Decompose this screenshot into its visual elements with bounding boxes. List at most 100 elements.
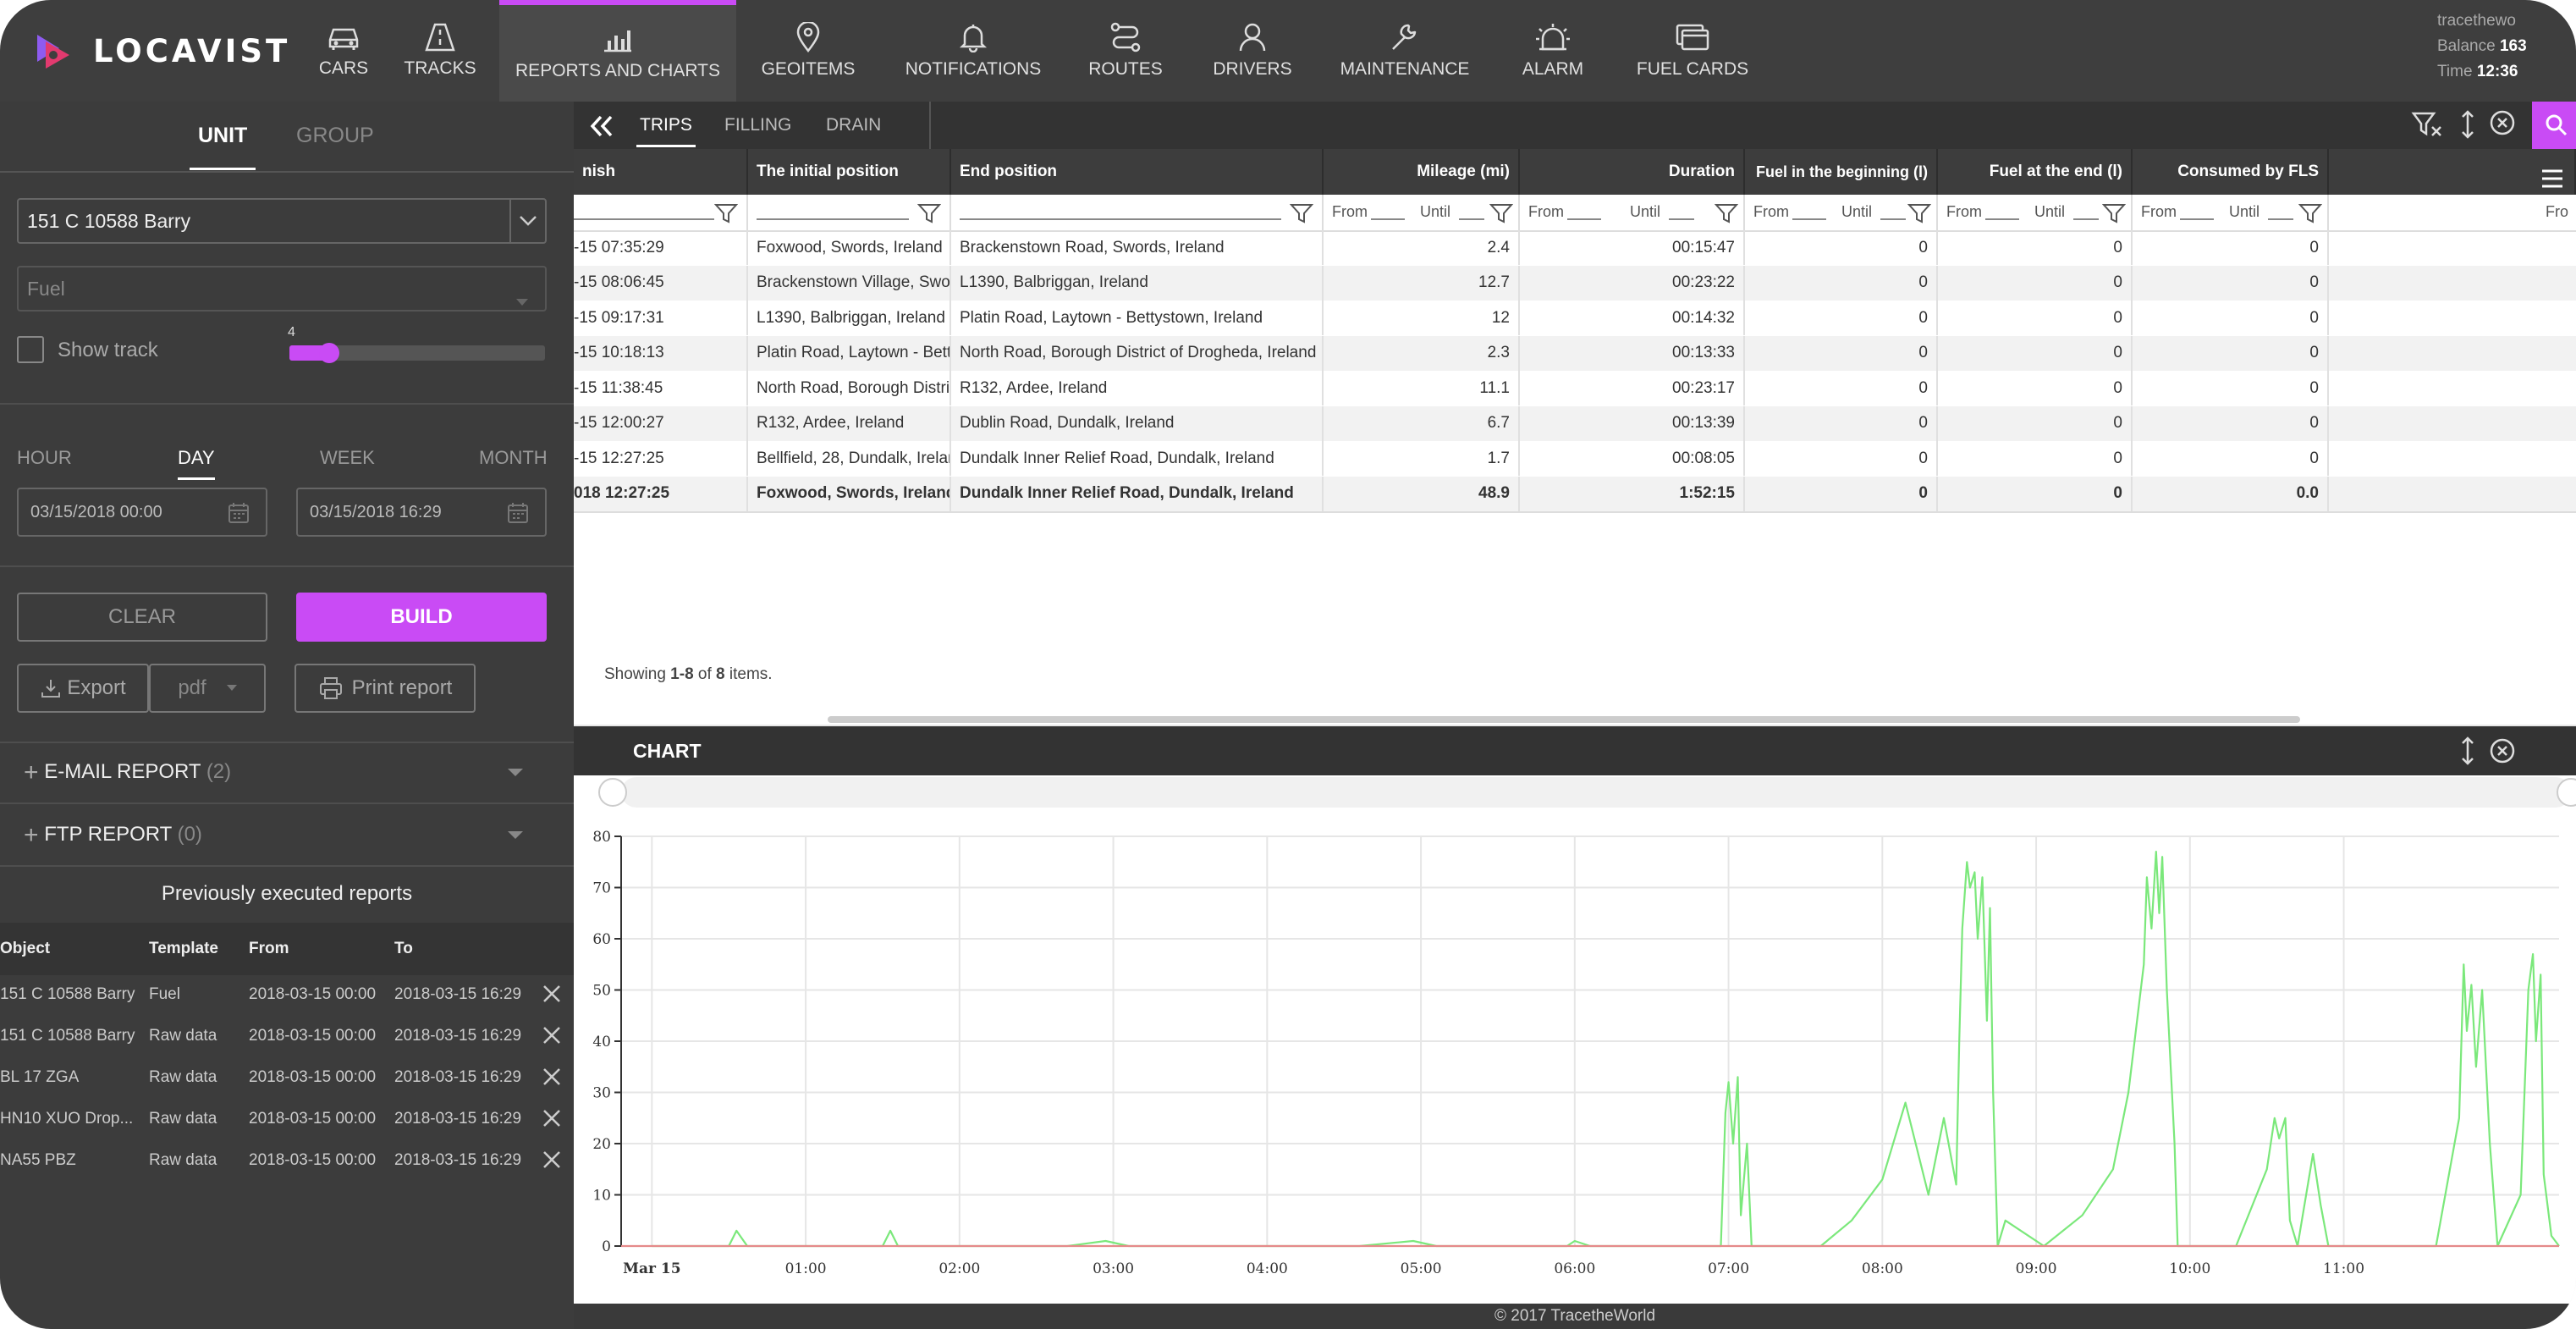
filter-from-input[interactable] — [2180, 218, 2214, 220]
filter-cell[interactable]: From Until — [1745, 195, 1938, 230]
filter-icon[interactable] — [1489, 203, 1513, 223]
table-row[interactable]: -15 11:38:45North Road, Borough District… — [574, 371, 2576, 405]
previous-report-row[interactable]: BL 17 ZGA Raw data 2018-03-15 00:00 2018-03… — [0, 1068, 574, 1109]
close-icon[interactable] — [542, 1067, 562, 1087]
clear-filter-icon[interactable] — [2410, 108, 2444, 139]
tab-trips[interactable]: TRIPS — [636, 115, 696, 147]
filter-cell[interactable] — [748, 195, 951, 230]
close-icon[interactable] — [542, 1108, 562, 1128]
slider-handle[interactable] — [319, 343, 340, 363]
previous-report-row[interactable]: HN10 XUO Drop... Raw data 2018-03-15 00:00… — [0, 1110, 574, 1150]
previous-report-row[interactable]: NA55 PBZ Raw data 2018-03-15 00:00 2018-03-… — [0, 1151, 574, 1192]
tab-drain[interactable]: DRAIN — [826, 115, 881, 135]
close-icon[interactable] — [542, 1150, 562, 1170]
filter-icon[interactable] — [917, 203, 941, 223]
table-row[interactable]: -15 07:35:29 Foxwood, Swords, Ireland Brac… — [574, 230, 2576, 265]
filter-from-input[interactable] — [1371, 218, 1405, 220]
ftp-report-section[interactable]: + FTP REPORT (0) — [24, 821, 202, 850]
col-duration[interactable]: Duration — [1520, 149, 1745, 195]
filter-input[interactable] — [960, 218, 1281, 220]
col-fuel-beginning[interactable]: Fuel in the beginning (l) — [1745, 149, 1938, 195]
filter-until-input[interactable] — [2268, 218, 2293, 220]
tab-group[interactable]: GROUP — [296, 124, 374, 148]
filter-from-input[interactable] — [1567, 218, 1601, 220]
col-end-position[interactable]: End position — [951, 149, 1324, 195]
filter-icon[interactable] — [1715, 203, 1738, 223]
table-row[interactable]: -15 12:27:25 Bellfield, 28, Dundalk, Irel… — [574, 441, 2576, 476]
table-row[interactable]: -15 12:00:27 R132, Ardee, Ireland Dublin R… — [574, 405, 2576, 441]
calendar-icon[interactable] — [506, 501, 530, 525]
filter-until-input[interactable] — [1459, 218, 1484, 220]
filter-icon[interactable] — [2102, 203, 2126, 223]
nav-geoitems[interactable]: GEOITEMS — [753, 0, 863, 102]
filter-icon[interactable] — [1907, 203, 1931, 223]
export-button[interactable]: Export — [17, 664, 149, 713]
nav-alarm[interactable]: ALARM — [1511, 0, 1595, 102]
filter-until-input[interactable] — [1880, 218, 1906, 220]
previous-report-row[interactable]: 151 C 10588 Barry Fuel 2018-03-15 00:00 201… — [0, 985, 574, 1026]
table-row[interactable]: -15 08:06:45Brackenstown Village, Swords… — [574, 265, 2576, 301]
resize-vertical-icon[interactable] — [2459, 108, 2476, 141]
track-width-slider[interactable] — [289, 343, 545, 363]
nav-fuel-cards[interactable]: FUEL CARDS — [1633, 0, 1752, 102]
date-from-field[interactable]: 03/15/2018 00:00 — [17, 488, 267, 537]
filter-from-input[interactable] — [1985, 218, 2019, 220]
menu-icon[interactable] — [2539, 168, 2566, 190]
close-circle-icon[interactable] — [2488, 736, 2517, 765]
nav-maintenance[interactable]: MAINTENANCE — [1337, 0, 1472, 102]
filter-cell[interactable]: From Until — [1520, 195, 1745, 230]
period-month[interactable]: MONTH — [479, 447, 548, 469]
col-consumed[interactable]: Consumed by FLS — [2133, 149, 2329, 195]
search-button[interactable] — [2532, 102, 2576, 149]
resize-vertical-icon[interactable] — [2459, 735, 2476, 767]
range-handle-left[interactable] — [598, 778, 627, 807]
export-format-select[interactable]: pdf — [149, 664, 266, 713]
nav-reports-and-charts[interactable]: REPORTS AND CHARTS — [499, 0, 736, 102]
collapse-panel-icon[interactable] — [587, 112, 616, 141]
tab-unit[interactable]: UNIT — [189, 124, 256, 170]
col-finish[interactable]: nish — [574, 149, 748, 195]
calendar-icon[interactable] — [227, 501, 250, 525]
close-circle-icon[interactable] — [2488, 108, 2517, 137]
previous-report-row[interactable]: 151 C 10588 Barry Raw data 2018-03-15 00:0… — [0, 1027, 574, 1067]
table-row[interactable]: -15 09:17:31 L1390, Balbriggan, Ireland Pl… — [574, 301, 2576, 335]
filter-from-input[interactable] — [1792, 218, 1826, 220]
period-day[interactable]: DAY — [178, 447, 215, 480]
user-info[interactable]: tracethewo Balance 163 Time 12:36 — [2437, 8, 2527, 85]
range-handle-right[interactable] — [2557, 778, 2576, 807]
nav-routes[interactable]: ROUTES — [1083, 0, 1168, 102]
period-hour[interactable]: HOUR — [17, 447, 72, 469]
col-mileage[interactable]: Mileage (mi) — [1324, 149, 1520, 195]
template-select[interactable]: Fuel — [17, 266, 547, 312]
unit-select[interactable]: 151 C 10588 Barry — [17, 198, 547, 244]
table-row[interactable]: -15 10:18:13Platin Road, Laytown - Betty… — [574, 335, 2576, 371]
filter-icon[interactable] — [714, 203, 738, 223]
nav-drivers[interactable]: DRIVERS — [1210, 0, 1295, 102]
filter-cell[interactable] — [951, 195, 1324, 230]
clear-button[interactable]: CLEAR — [17, 593, 267, 642]
email-report-section[interactable]: + E-MAIL REPORT (2) — [24, 758, 231, 787]
table-total-row[interactable]: 018 12:27:25 Foxwood, Swords, Ireland Dund… — [574, 476, 2576, 513]
nav-cars[interactable]: CARS — [301, 0, 386, 102]
filter-until-input[interactable] — [2073, 218, 2099, 220]
filter-input[interactable] — [757, 218, 909, 220]
filter-until-input[interactable] — [1669, 218, 1694, 220]
caret-down-icon[interactable] — [508, 831, 523, 839]
nav-tracks[interactable]: TRACKS — [398, 0, 482, 102]
filter-cell[interactable]: From Until — [2133, 195, 2329, 230]
close-icon[interactable] — [542, 984, 562, 1004]
chart-range-scroller[interactable] — [621, 777, 2571, 808]
close-icon[interactable] — [542, 1025, 562, 1045]
nav-notifications[interactable]: NOTIFICATIONS — [905, 0, 1041, 102]
brand-logo[interactable]: LOCAVIST — [25, 19, 290, 83]
show-track-checkbox[interactable] — [17, 336, 44, 363]
filter-icon[interactable] — [1290, 203, 1313, 223]
filter-cell[interactable]: From Until — [1324, 195, 1520, 230]
filter-icon[interactable] — [2298, 203, 2322, 223]
build-button[interactable]: BUILD — [296, 593, 547, 642]
horizontal-scrollbar[interactable] — [828, 716, 2300, 723]
period-week[interactable]: WEEK — [320, 447, 375, 469]
print-report-button[interactable]: Print report — [294, 664, 476, 713]
filter-cell[interactable] — [574, 195, 748, 230]
caret-down-icon[interactable] — [508, 769, 523, 776]
